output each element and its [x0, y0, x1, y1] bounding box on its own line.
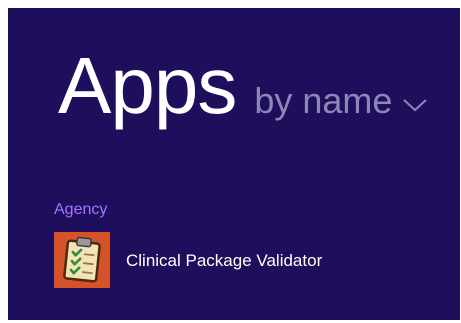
- chevron-down-icon: [403, 99, 428, 112]
- page-title: Apps: [58, 41, 237, 130]
- app-tile-clinical-package-validator[interactable]: Clinical Package Validator: [54, 232, 322, 288]
- sort-label: by name: [254, 80, 393, 121]
- apps-screen: Apps by name Agency Clinical Package Val…: [8, 8, 460, 320]
- app-name: Clinical Package Validator: [126, 250, 323, 270]
- sort-by-dropdown[interactable]: by name: [254, 83, 428, 119]
- clipboard-checklist-icon: [54, 232, 110, 288]
- apps-header: Apps by name: [58, 46, 428, 126]
- group-header-agency[interactable]: Agency: [54, 202, 107, 218]
